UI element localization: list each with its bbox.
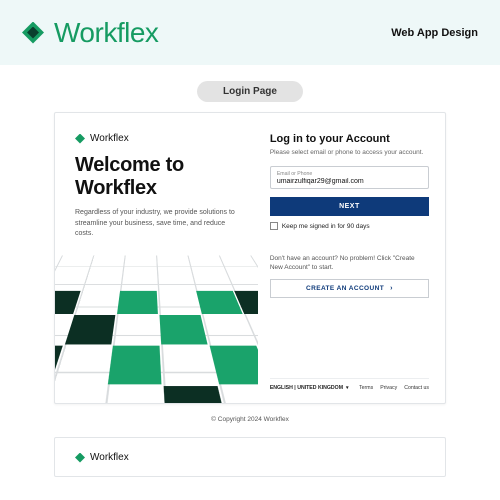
no-account-text: Don't have an account? No problem! Click… xyxy=(270,254,429,273)
next-card-peek: Workflex xyxy=(54,437,446,477)
card-brand-name: Workflex xyxy=(90,133,129,144)
login-hint: Please select email or phone to access y… xyxy=(270,149,429,156)
keep-signed-in-label: Keep me signed in for 90 days xyxy=(282,223,370,230)
card-brand: Workflex xyxy=(75,133,242,144)
login-heading: Log in to your Account xyxy=(270,133,429,145)
chevron-down-icon: ▾ xyxy=(346,385,349,391)
hero-banner: Workflex Web App Design xyxy=(0,0,500,65)
legal-row: ENGLISH | UNITED KINGDOM ▾ Terms Privacy… xyxy=(270,378,429,391)
peek-brand-name: Workflex xyxy=(90,452,129,463)
keep-signed-in-checkbox[interactable] xyxy=(270,222,278,230)
next-button[interactable]: NEXT xyxy=(270,197,429,216)
perspective-grid-art xyxy=(55,245,258,403)
privacy-link[interactable]: Privacy xyxy=(380,385,397,391)
peek-brand: Workflex xyxy=(75,452,425,463)
email-phone-field-wrap[interactable]: Email or Phone xyxy=(270,166,429,189)
email-phone-input[interactable] xyxy=(277,177,422,185)
contact-link[interactable]: Contact us xyxy=(404,385,429,391)
login-right-panel: Log in to your Account Please select ema… xyxy=(258,113,445,403)
create-account-label: CREATE AN ACCOUNT xyxy=(306,285,384,292)
login-left-panel: Workflex Welcome to Workflex Regardless … xyxy=(55,113,258,403)
card-brand-icon xyxy=(75,134,85,144)
create-account-button[interactable]: CREATE AN ACCOUNT › xyxy=(270,279,429,298)
peek-brand-icon xyxy=(75,453,85,463)
welcome-title-line2: Workflex xyxy=(75,177,157,199)
brand-lockup: Workflex xyxy=(22,17,158,49)
brand-logo-icon xyxy=(22,22,44,44)
chevron-right-icon: › xyxy=(390,285,393,292)
hero-subtitle: Web App Design xyxy=(391,27,478,39)
footer-links: Terms Privacy Contact us xyxy=(359,385,429,391)
welcome-title-line1: Welcome to xyxy=(75,154,184,176)
language-selector[interactable]: ENGLISH | UNITED KINGDOM ▾ xyxy=(270,385,349,391)
section-label-wrap: Login Page xyxy=(0,65,500,112)
brand-name: Workflex xyxy=(54,17,158,49)
login-card: Workflex Welcome to Workflex Regardless … xyxy=(54,112,446,404)
section-label-pill: Login Page xyxy=(197,81,303,102)
welcome-title: Welcome to Workflex xyxy=(75,154,242,200)
welcome-subtitle: Regardless of your industry, we provide … xyxy=(75,208,242,240)
keep-signed-in-row: Keep me signed in for 90 days xyxy=(270,222,429,230)
language-label: ENGLISH | UNITED KINGDOM xyxy=(270,385,343,391)
grid-plane xyxy=(55,255,258,403)
copyright-text: © Copyright 2024 Workflex xyxy=(0,404,500,423)
terms-link[interactable]: Terms xyxy=(359,385,373,391)
